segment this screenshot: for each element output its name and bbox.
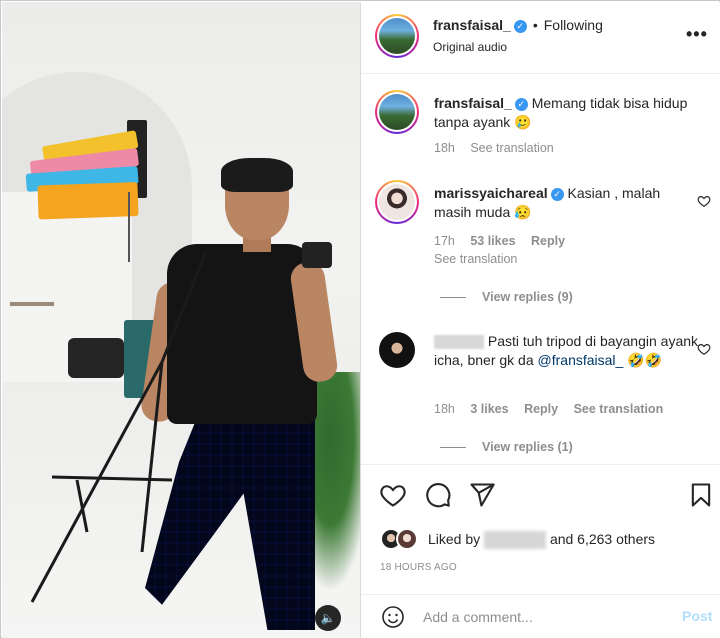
comment-icon[interactable] — [424, 481, 452, 509]
comment-likes[interactable]: 53 likes — [470, 234, 515, 248]
comment-like-heart-icon[interactable] — [697, 194, 711, 208]
reply-button[interactable]: Reply — [524, 402, 558, 416]
following-button[interactable]: Following — [544, 17, 603, 33]
replies-line — [440, 447, 466, 449]
instagram-post-window: 🔈 fransfaisal_ ✓ • Following Original audio… — [0, 0, 720, 638]
mention-link[interactable]: @fransfaisal_ — [538, 352, 624, 368]
see-translation-link[interactable]: See translation — [574, 402, 664, 416]
verified-badge-icon: ✓ — [550, 187, 564, 201]
action-bar — [361, 464, 720, 524]
view-replies-label: View replies (9) — [482, 290, 573, 304]
phone — [302, 242, 332, 268]
liked-by-label: Liked by — [428, 531, 481, 547]
replies-line — [440, 297, 466, 299]
see-translation-link[interactable]: See translation — [434, 252, 517, 266]
comment-time[interactable]: 18h — [434, 402, 455, 416]
bookmark-icon[interactable] — [687, 481, 715, 509]
comment-input[interactable] — [423, 607, 663, 627]
caption-username[interactable]: fransfaisal_ — [434, 95, 512, 111]
share-icon[interactable] — [468, 481, 496, 509]
hair — [221, 158, 293, 192]
emoji-icon[interactable] — [381, 605, 405, 629]
heart-icon[interactable] — [379, 481, 407, 509]
commenter-avatar[interactable] — [375, 180, 419, 224]
verified-badge-icon: ✓ — [513, 19, 527, 33]
comment-like-heart-icon[interactable] — [697, 342, 711, 356]
likes-count-link[interactable]: and 6,263 others — [550, 531, 655, 547]
more-horizontal-icon[interactable]: ••• — [686, 24, 708, 45]
comment-time[interactable]: 17h — [434, 234, 455, 248]
blurred-username[interactable] — [434, 335, 484, 350]
volume-icon[interactable]: 🔈 — [315, 605, 341, 631]
blurred-liker-name[interactable] — [484, 531, 547, 550]
see-translation-link[interactable]: See translation — [470, 141, 553, 155]
author-username[interactable]: fransfaisal_ — [433, 17, 511, 33]
header-separator: • — [532, 17, 538, 33]
liker-avatar[interactable] — [396, 528, 418, 550]
add-comment-bar: Post — [361, 594, 720, 638]
post-sidebar: fransfaisal_ ✓ • Following Original audio •… — [360, 2, 720, 638]
tripod — [30, 252, 208, 603]
post-button[interactable]: Post — [682, 608, 712, 624]
author-avatar[interactable] — [375, 14, 419, 58]
comment-likes[interactable]: 3 likes — [470, 402, 508, 416]
view-replies-button[interactable]: View replies (9) — [440, 290, 573, 304]
view-replies-button[interactable]: View replies (1) — [440, 440, 573, 454]
view-replies-label: View replies (1) — [482, 440, 573, 454]
post-timestamp[interactable]: 18 HOURS AGO — [380, 562, 457, 573]
commenter-avatar[interactable] — [379, 332, 415, 368]
post-video[interactable]: 🔈 — [2, 2, 360, 638]
commenter-username[interactable]: marissyaichareal — [434, 185, 548, 201]
verified-badge-icon: ✓ — [514, 97, 528, 111]
reply-button[interactable]: Reply — [531, 234, 565, 248]
comment-emoji: 🤣🤣 — [627, 352, 663, 368]
audio-label[interactable]: Original audio — [433, 40, 507, 54]
caption-time[interactable]: 18h — [434, 141, 455, 155]
post-header: fransfaisal_ ✓ • Following Original audio •… — [361, 2, 720, 74]
caption-avatar[interactable] — [375, 90, 419, 134]
